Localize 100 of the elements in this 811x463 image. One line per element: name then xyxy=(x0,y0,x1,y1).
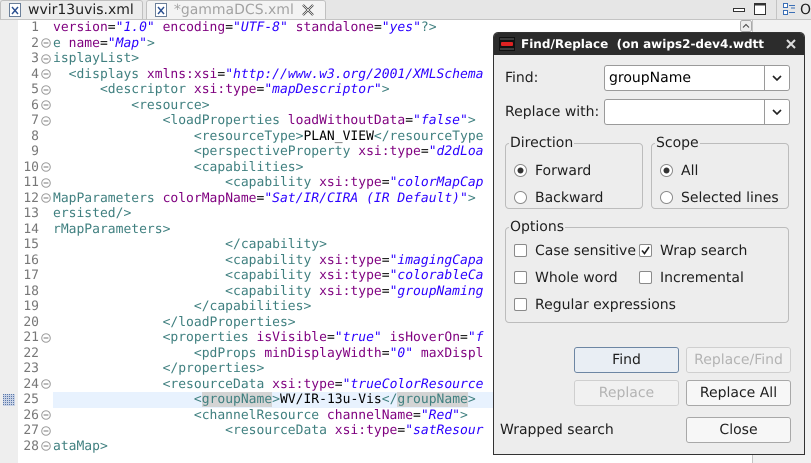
line-number: 19 xyxy=(22,299,39,314)
line-number: 7 xyxy=(30,113,39,128)
radio-button[interactable] xyxy=(514,191,527,204)
line-number: 3 xyxy=(30,51,39,66)
collapse-icon[interactable] xyxy=(41,116,51,126)
checkbox-option[interactable]: Incremental xyxy=(639,264,779,291)
combo-field[interactable]: groupName xyxy=(604,65,764,91)
line-number: 8 xyxy=(30,128,39,144)
dialog-button[interactable]: Find xyxy=(574,347,679,373)
code-line: <perspectiveProperty xsi:type="d2dLoa xyxy=(192,144,484,160)
field-label: Find: xyxy=(505,70,540,86)
line-number: 22 xyxy=(22,346,39,361)
code-line: rMapParameters> xyxy=(53,222,172,237)
collapse-icon[interactable] xyxy=(41,441,51,452)
line-number: 28 xyxy=(22,438,39,454)
code-line: </capability> xyxy=(224,237,328,252)
code-line: <resourceData xsi:type="satResour xyxy=(224,423,484,438)
radio-button[interactable] xyxy=(514,164,527,177)
code-line: ataMap> xyxy=(53,438,109,454)
line-number: 1 xyxy=(30,20,39,36)
code-line: <descriptor xsi:type="mapDescriptor"> xyxy=(98,82,391,98)
code-line: <pdProps minDisplayWidth="0" maxDispl xyxy=(192,346,484,361)
line-number: 24 xyxy=(22,376,39,392)
code-line: <capability xsi:type="colorableCa xyxy=(224,268,484,284)
line-number: 9 xyxy=(30,144,39,160)
code-line: <capability xsi:type="groupNaming xyxy=(224,284,484,299)
line-number: 4 xyxy=(30,66,39,82)
combo-field[interactable] xyxy=(604,99,764,125)
code-line: <capabilities> xyxy=(192,160,304,175)
xml-file-icon xyxy=(154,3,167,17)
collapse-icon[interactable] xyxy=(41,379,51,390)
dropdown-button[interactable] xyxy=(764,99,790,125)
maximize-icon[interactable] xyxy=(754,3,766,15)
code-line: <properties isVisible="true" isHoverOn="f xyxy=(162,330,485,346)
collapse-icon[interactable] xyxy=(41,178,51,188)
collapse-icon[interactable] xyxy=(41,69,51,80)
line-number: 5 xyxy=(30,82,39,98)
radio-option[interactable]: Backward xyxy=(514,184,642,211)
code-line: e name="Map"> xyxy=(53,36,156,51)
collapse-icon[interactable] xyxy=(41,410,51,420)
dialog-button[interactable]: Replace All xyxy=(686,380,791,406)
scroll-up-icon[interactable] xyxy=(740,20,752,32)
annotation-marker-icon xyxy=(3,394,15,406)
line-number: 11 xyxy=(22,175,39,190)
radio-button[interactable] xyxy=(660,191,673,204)
checkbox-option[interactable]: Regular expressions xyxy=(514,291,779,318)
code-line: version="1.0" encoding="UTF-8" standalone="yes"?> xyxy=(53,20,438,36)
collapse-icon[interactable] xyxy=(41,84,51,95)
line-number: 26 xyxy=(22,408,39,423)
outline-tab[interactable]: O xyxy=(776,0,811,19)
line-number: 2 xyxy=(30,36,39,51)
line-number: 12 xyxy=(22,190,39,206)
radio-option[interactable]: Forward xyxy=(514,157,642,184)
code-line: isplayList> xyxy=(53,51,140,66)
collapse-icon[interactable] xyxy=(41,100,51,110)
line-number: 6 xyxy=(30,98,39,113)
collapse-icon[interactable] xyxy=(41,193,51,204)
app-logo-icon xyxy=(499,37,515,51)
caret-icon[interactable] xyxy=(772,109,782,115)
status-message: Wrapped search xyxy=(500,422,614,438)
xml-file-icon xyxy=(9,3,21,17)
dropdown-button[interactable] xyxy=(764,65,790,91)
close-button[interactable]: Close xyxy=(686,417,791,443)
code-line: <displays xmlns:xsi="http://www.w3.org/2001/XMLSchema xyxy=(68,66,484,82)
editor-tab[interactable]: wvir13uvis.xml xyxy=(0,0,143,19)
radio-button[interactable] xyxy=(660,164,673,177)
line-number: 23 xyxy=(22,361,39,376)
checkbox-option[interactable]: Whole word xyxy=(514,264,639,291)
checkbox[interactable] xyxy=(514,298,527,311)
dialog-title: Find/Replace (on awips2-dev4.wdtt xyxy=(521,37,766,51)
radio-option[interactable]: Selected lines xyxy=(660,184,788,211)
line-number: 10 xyxy=(22,160,39,175)
close-icon[interactable] xyxy=(300,3,315,17)
code-line: <resource> xyxy=(130,98,211,113)
group-title: Scope xyxy=(655,135,700,151)
code-line: <loadProperties loadWithoutData="false"> xyxy=(162,113,477,128)
checkbox[interactable] xyxy=(514,244,527,257)
line-number: 16 xyxy=(22,252,39,268)
checkbox[interactable] xyxy=(639,271,652,284)
collapse-icon[interactable] xyxy=(41,332,51,343)
code-line: <channelResource channelName="Red"> xyxy=(192,408,469,423)
group-title: Options xyxy=(509,219,566,235)
line-number: 25 xyxy=(22,392,39,408)
collapse-icon[interactable] xyxy=(41,426,51,436)
radio-option[interactable]: All xyxy=(660,157,788,184)
checkbox[interactable] xyxy=(514,271,527,284)
checkbox-option[interactable]: Case sensitive xyxy=(514,237,639,264)
field-label: Replace with: xyxy=(505,104,600,120)
checkbox[interactable] xyxy=(639,244,652,257)
line-number: 14 xyxy=(22,222,39,237)
code-line: <resourceType>PLAN_VIEW</resourceType xyxy=(192,128,484,144)
line-number: 13 xyxy=(22,206,39,222)
checkbox-option[interactable]: Wrap search xyxy=(639,237,779,264)
collapse-icon[interactable] xyxy=(41,162,51,172)
collapse-icon[interactable] xyxy=(41,38,51,48)
outline-icon xyxy=(782,3,796,16)
collapse-icon[interactable] xyxy=(41,54,51,64)
caret-icon[interactable] xyxy=(772,75,782,81)
line-number: 21 xyxy=(22,330,39,346)
line-number: 17 xyxy=(22,268,39,284)
